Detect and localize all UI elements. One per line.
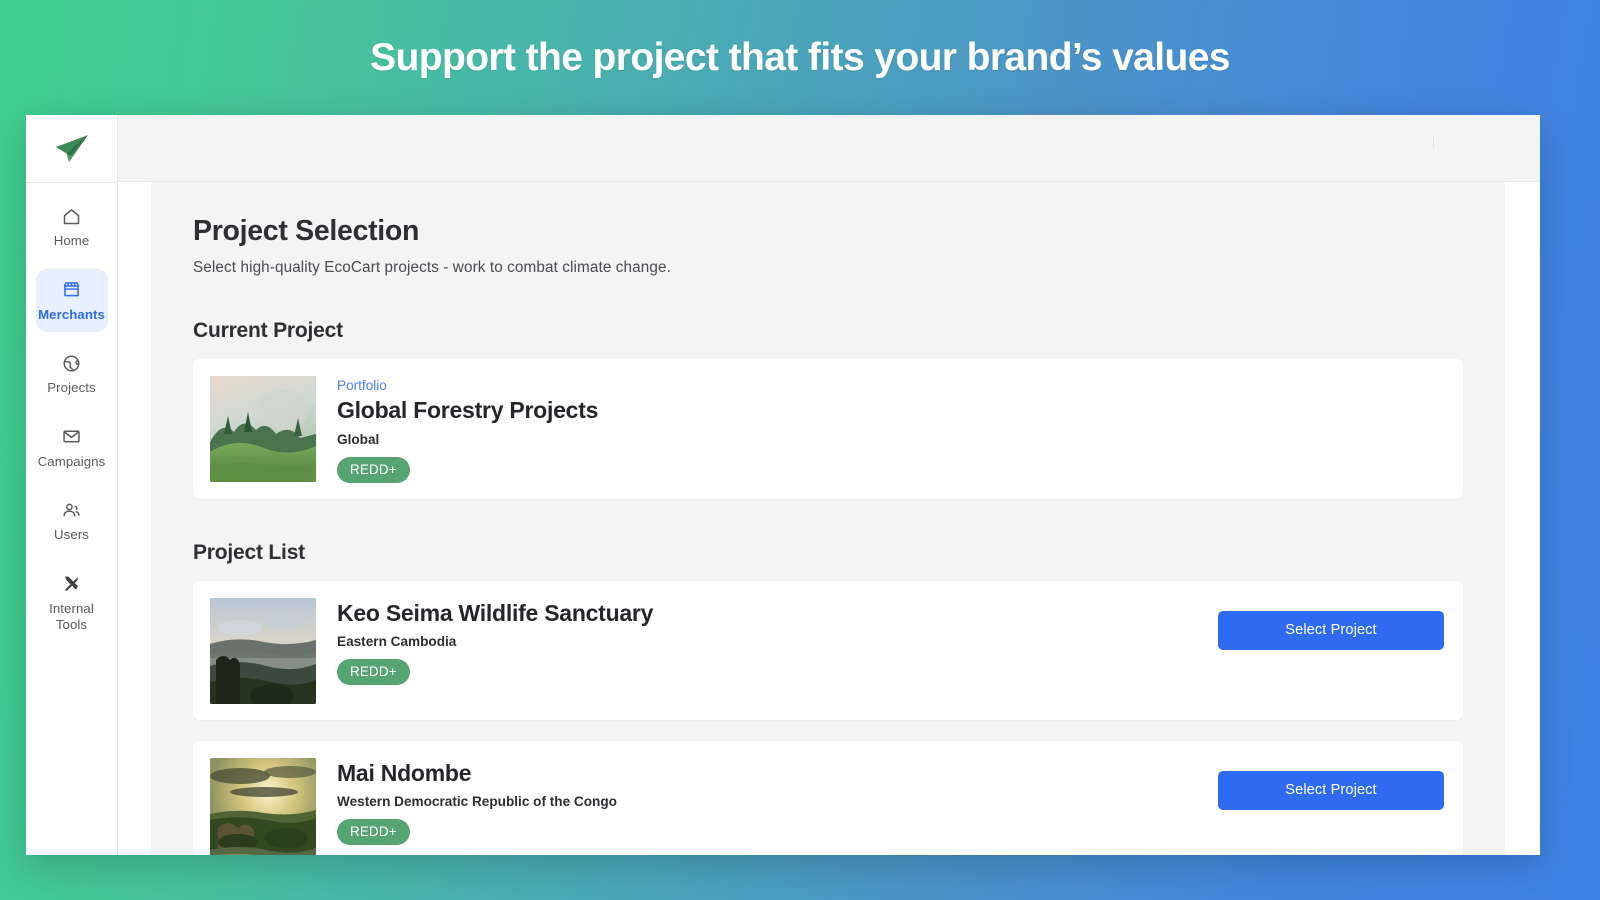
envelope-icon [61,426,82,448]
globe-icon [61,352,82,374]
current-project-heading: Current Project [193,319,343,342]
paper-plane-icon [54,134,90,164]
project-info: Keo Seima Wildlife Sanctuary Eastern Cam… [337,598,1197,686]
project-action: Select Project [1218,598,1444,650]
project-thumbnail [210,757,316,855]
project-location: Eastern Cambodia [337,634,457,650]
current-project-card: Portfolio Global Forestry Projects Globa… [193,359,1463,499]
topbar-divider [1433,135,1434,149]
sidebar-item-users[interactable]: Users [36,489,108,553]
project-thumbnail [210,376,316,482]
sidebar-item-label: Internal Tools [49,600,94,633]
content-panel: Project Selection Select high-quality Ec… [151,182,1505,855]
sidebar-item-merchants[interactable]: Merchants [35,268,108,332]
banner-title: Support the project that fits your brand… [370,35,1230,79]
logo-block[interactable] [26,115,117,183]
sidebar-nav-list: Home Merchants Projects Campaigns Users … [26,183,117,653]
project-title: Mai Ndombe [337,759,472,786]
banner: Support the project that fits your brand… [0,0,1600,115]
app-window: Home Merchants Projects Campaigns Users … [26,115,1540,855]
status-badge: REDD+ [337,456,410,483]
sidebar-item-projects[interactable]: Projects [36,342,108,406]
gradient-backdrop: Support the project that fits your brand… [0,0,1600,900]
sidebar-item-home[interactable]: Home [36,195,108,259]
sidebar: Home Merchants Projects Campaigns Users … [26,115,118,855]
people-icon [61,499,82,521]
project-thumbnail [210,597,316,704]
project-list-heading: Project List [193,540,305,564]
select-project-button[interactable]: Select Project [1218,770,1444,810]
sidebar-item-label: Home [53,233,90,248]
page-title: Project Selection [193,215,420,247]
project-info: Portfolio Global Forestry Projects Globa… [337,376,1444,483]
project-title: Keo Seima Wildlife Sanctuary [337,599,654,626]
status-badge: REDD+ [337,659,410,686]
window-body: Project Selection Select high-quality Ec… [118,115,1540,855]
storefront-icon [61,279,82,301]
sidebar-item-internal-tools[interactable]: Internal Tools [36,563,108,643]
project-action: Select Project [1218,758,1444,810]
project-title: Global Forestry Projects [337,397,599,423]
project-list-item: Mai Ndombe Western Democratic Republic o… [193,740,1463,855]
project-location: Global [337,431,380,447]
content-scroll-area[interactable]: Project Selection Select high-quality Ec… [118,182,1540,855]
tools-icon [61,573,82,595]
sidebar-item-label: Projects [47,380,96,395]
sidebar-item-campaigns[interactable]: Campaigns [36,416,108,480]
sidebar-item-label: Merchants [38,306,105,322]
sidebar-item-label: Users [54,527,89,542]
home-icon [61,205,82,227]
project-location: Western Democratic Republic of the Congo [337,794,617,810]
page-subtitle: Select high-quality EcoCart projects - w… [193,259,671,276]
select-project-button[interactable]: Select Project [1218,610,1444,650]
topbar [118,115,1540,182]
project-list-item: Keo Seima Wildlife Sanctuary Eastern Cam… [193,580,1463,720]
sidebar-item-label: Campaigns [37,453,106,469]
portfolio-link[interactable]: Portfolio [337,378,1444,393]
status-badge: REDD+ [337,819,410,846]
project-info: Mai Ndombe Western Democratic Republic o… [337,758,1197,846]
